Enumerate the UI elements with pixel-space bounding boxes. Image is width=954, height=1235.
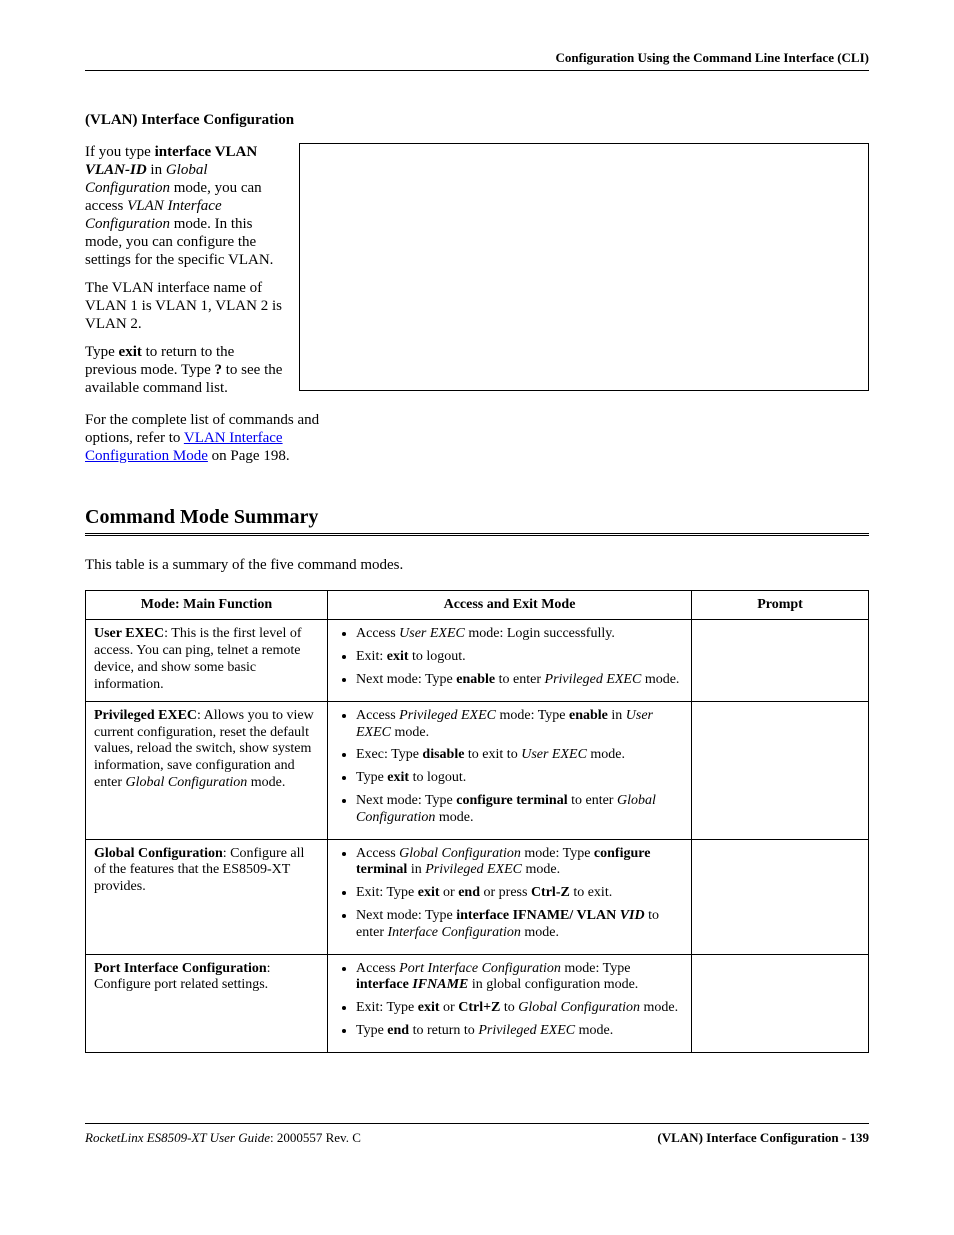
- footer-left: RocketLinx ES8509-XT User Guide: 2000557…: [85, 1130, 361, 1146]
- prompt-cell: [692, 839, 869, 954]
- running-header: Configuration Using the Command Line Int…: [85, 50, 869, 71]
- prompt-cell: [692, 701, 869, 839]
- mode-cell: Global Configuration: Configure all of t…: [86, 839, 328, 954]
- figure-column: [299, 143, 869, 407]
- list-item: Exec: Type disable to exit to User EXEC …: [356, 747, 683, 764]
- table-row: Privileged EXEC: Allows you to view curr…: [86, 701, 869, 839]
- table-header-row: Mode: Main Function Access and Exit Mode…: [86, 590, 869, 620]
- access-cell: Access Privileged EXEC mode: Type enable…: [328, 701, 692, 839]
- prompt-cell: [692, 620, 869, 701]
- prompt-cell: [692, 954, 869, 1052]
- list-item: Exit: exit to logout.: [356, 649, 683, 666]
- table-row: Global Configuration: Configure all of t…: [86, 839, 869, 954]
- list-item: Next mode: Type interface IFNAME/ VLAN V…: [356, 908, 683, 942]
- list-item: Exit: Type exit or Ctrl+Z to Global Conf…: [356, 1000, 683, 1017]
- command-mode-summary-table: Mode: Main Function Access and Exit Mode…: [85, 590, 869, 1053]
- paragraph-4: For the complete list of commands and op…: [85, 411, 325, 465]
- paragraph-1: If you type interface VLAN VLAN-ID in Gl…: [85, 143, 285, 269]
- paragraph-2: The VLAN interface name of VLAN 1 is VLA…: [85, 279, 285, 333]
- mode-cell: Port Interface Configuration: Configure …: [86, 954, 328, 1052]
- footer-right: (VLAN) Interface Configuration - 139: [657, 1130, 869, 1146]
- col-header-mode: Mode: Main Function: [86, 590, 328, 620]
- list-item: Next mode: Type configure terminal to en…: [356, 793, 683, 827]
- section-title: (VLAN) Interface Configuration: [85, 111, 869, 129]
- list-item: Type exit to logout.: [356, 770, 683, 787]
- list-item: Next mode: Type enable to enter Privileg…: [356, 672, 683, 689]
- access-cell: Access Global Configuration mode: Type c…: [328, 839, 692, 954]
- list-item: Access Privileged EXEC mode: Type enable…: [356, 708, 683, 742]
- access-cell: Access Port Interface Configuration mode…: [328, 954, 692, 1052]
- page-footer: RocketLinx ES8509-XT User Guide: 2000557…: [85, 1123, 869, 1146]
- description-column: If you type interface VLAN VLAN-ID in Gl…: [85, 143, 285, 407]
- table-row: Port Interface Configuration: Configure …: [86, 954, 869, 1052]
- heading-command-mode-summary: Command Mode Summary: [85, 505, 869, 536]
- col-header-prompt: Prompt: [692, 590, 869, 620]
- mode-cell: User EXEC: This is the first level of ac…: [86, 620, 328, 701]
- col-header-access: Access and Exit Mode: [328, 590, 692, 620]
- summary-intro: This table is a summary of the five comm…: [85, 556, 869, 574]
- list-item: Access User EXEC mode: Login successfull…: [356, 626, 683, 643]
- mode-cell: Privileged EXEC: Allows you to view curr…: [86, 701, 328, 839]
- figure-placeholder: [299, 143, 869, 391]
- list-item: Type end to return to Privileged EXEC mo…: [356, 1023, 683, 1040]
- two-column-layout: If you type interface VLAN VLAN-ID in Gl…: [85, 143, 869, 407]
- list-item: Access Global Configuration mode: Type c…: [356, 846, 683, 880]
- paragraph-3: Type exit to return to the previous mode…: [85, 343, 285, 397]
- table-row: User EXEC: This is the first level of ac…: [86, 620, 869, 701]
- list-item: Access Port Interface Configuration mode…: [356, 961, 683, 995]
- list-item: Exit: Type exit or end or press Ctrl-Z t…: [356, 885, 683, 902]
- access-cell: Access User EXEC mode: Login successfull…: [328, 620, 692, 701]
